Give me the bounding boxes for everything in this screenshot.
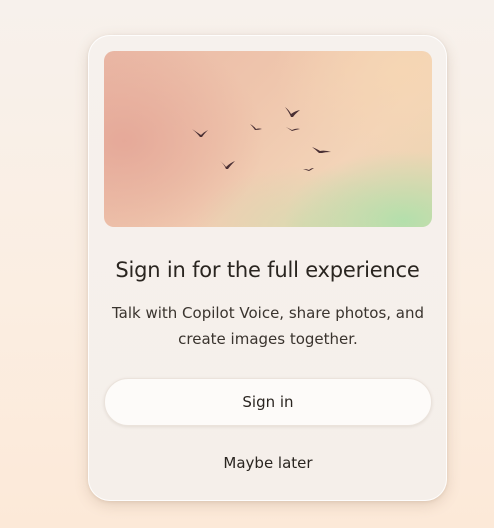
hero-image bbox=[104, 51, 432, 227]
dialog-description: Talk with Copilot Voice, share photos, a… bbox=[111, 304, 425, 348]
bird-icon bbox=[192, 129, 208, 137]
bird-icon bbox=[220, 161, 235, 169]
bird-icon bbox=[285, 107, 300, 117]
bird-icon bbox=[250, 124, 262, 130]
bird-icon bbox=[286, 127, 300, 131]
bird-icon bbox=[303, 168, 314, 171]
sign-in-dialog: Sign in for the full experience Talk wit… bbox=[88, 35, 447, 501]
sign-in-button[interactable]: Sign in bbox=[104, 378, 432, 426]
maybe-later-button[interactable]: Maybe later bbox=[179, 446, 357, 480]
dialog-title: Sign in for the full experience bbox=[115, 258, 420, 282]
birds-illustration bbox=[192, 107, 331, 171]
bird-icon bbox=[312, 147, 331, 153]
